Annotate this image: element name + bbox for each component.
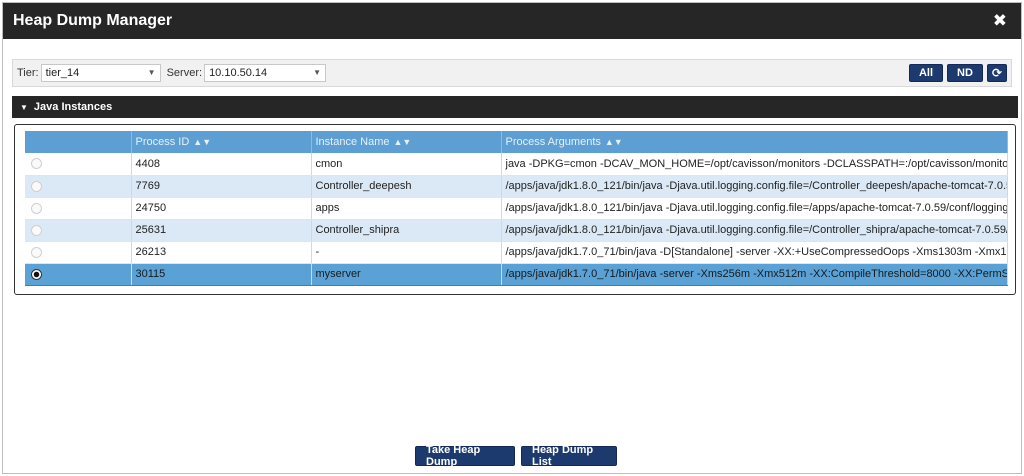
table-row-selected[interactable]: 30115 myserver /apps/java/jdk1.7.0_71/bi… <box>25 263 1008 286</box>
process-arguments-cell: /apps/java/jdk1.7.0_71/bin/java -D[Stand… <box>501 241 1008 264</box>
server-select-value: 10.10.50.14 <box>209 67 268 79</box>
instances-table-container: Process ID ▲▼ Instance Name ▲▼ Process Arg… <box>14 124 1016 295</box>
sort-icon: ▲▼ <box>393 137 412 147</box>
table-row[interactable]: 7769 Controller_deepesh /apps/java/jdk1.… <box>25 175 1008 198</box>
process-id-cell: 30115 <box>131 263 312 286</box>
instances-table: Process ID ▲▼ Instance Name ▲▼ Process Arg… <box>25 131 1008 286</box>
row-radio[interactable] <box>31 158 42 170</box>
process-arguments-cell: java -DPKG=cmon -DCAV_MON_HOME=/opt/cavi… <box>501 153 1008 176</box>
instance-name-cell: Controller_deepesh <box>311 175 502 198</box>
close-icon[interactable]: ✖ <box>993 12 1007 30</box>
process-arguments-cell: /apps/java/jdk1.7.0_71/bin/java -server … <box>501 263 1008 286</box>
heap-dump-list-button[interactable]: Heap Dump List <box>521 444 617 468</box>
java-instances-section: ▼ Java Instances Process ID ▲▼ Instance N… <box>12 96 1018 295</box>
take-heap-dump-button[interactable]: Take Heap Dump <box>415 444 515 468</box>
refresh-icon: ⟳ <box>991 66 1003 80</box>
section-title: Java Instances <box>33 101 113 113</box>
collapse-triangle-icon: ▼ <box>20 102 28 112</box>
select-column-header <box>25 131 132 153</box>
title-bar: Heap Dump Manager ✖ <box>3 3 1021 39</box>
instance-name-cell: - <box>311 241 502 264</box>
process-id-column-header[interactable]: Process ID ▲▼ <box>131 131 312 153</box>
nd-button[interactable]: ND <box>947 64 983 82</box>
tier-select[interactable]: tier_14 ▼ <box>40 64 161 82</box>
process-arguments-cell: /apps/java/jdk1.8.0_121/bin/java -Djava.… <box>501 175 1008 198</box>
instance-name-cell: myserver <box>311 263 502 286</box>
java-instances-header[interactable]: ▼ Java Instances <box>12 96 1018 118</box>
row-radio[interactable] <box>31 202 42 214</box>
row-radio[interactable] <box>31 246 42 258</box>
process-id-cell: 25631 <box>131 219 312 242</box>
instance-name-cell: apps <box>311 197 502 220</box>
process-id-cell: 4408 <box>131 153 312 176</box>
row-radio-checked[interactable] <box>31 268 42 280</box>
process-arguments-column-header[interactable]: Process Arguments ▲▼ <box>501 131 1008 153</box>
instance-name-cell: cmon <box>311 153 502 176</box>
footer-actions: Take Heap Dump Heap Dump List <box>3 444 1023 468</box>
process-arguments-cell: /apps/java/jdk1.8.0_121/bin/java -Djava.… <box>501 197 1008 220</box>
process-arguments-cell: /apps/java/jdk1.8.0_121/bin/java -Djava.… <box>501 219 1008 242</box>
table-header-row: Process ID ▲▼ Instance Name ▲▼ Process Arg… <box>25 131 1008 153</box>
table-row[interactable]: 26213 - /apps/java/jdk1.7.0_71/bin/java … <box>25 241 1008 264</box>
heap-dump-manager-dialog: Heap Dump Manager ✖ Tier: tier_14 ▼ Serv… <box>2 2 1022 474</box>
row-radio[interactable] <box>31 180 42 192</box>
tier-label: Tier: <box>17 67 39 79</box>
table-row[interactable]: 24750 apps /apps/java/jdk1.8.0_121/bin/j… <box>25 197 1008 220</box>
sort-icon: ▲▼ <box>193 137 212 147</box>
server-label: Server: <box>166 67 203 79</box>
instance-name-cell: Controller_shipra <box>311 219 502 242</box>
server-select[interactable]: 10.10.50.14 ▼ <box>204 64 327 82</box>
toolbar-actions: All ND ⟳ <box>909 64 1007 82</box>
process-id-cell: 24750 <box>131 197 312 220</box>
filter-toolbar: Tier: tier_14 ▼ Server: 10.10.50.14 ▼ Al… <box>12 59 1012 87</box>
instance-name-column-header[interactable]: Instance Name ▲▼ <box>311 131 502 153</box>
process-id-cell: 26213 <box>131 241 312 264</box>
dialog-title: Heap Dump Manager <box>13 12 173 29</box>
refresh-button[interactable]: ⟳ <box>987 64 1007 82</box>
chevron-down-icon: ▼ <box>313 68 322 77</box>
tier-select-value: tier_14 <box>45 67 80 79</box>
row-radio[interactable] <box>31 224 42 236</box>
table-row[interactable]: 25631 Controller_shipra /apps/java/jdk1.… <box>25 219 1008 242</box>
sort-icon: ▲▼ <box>604 137 623 147</box>
all-button[interactable]: All <box>909 64 943 82</box>
chevron-down-icon: ▼ <box>147 68 156 77</box>
process-id-cell: 7769 <box>131 175 312 198</box>
table-row[interactable]: 4408 cmon java -DPKG=cmon -DCAV_MON_HOME… <box>25 153 1008 176</box>
